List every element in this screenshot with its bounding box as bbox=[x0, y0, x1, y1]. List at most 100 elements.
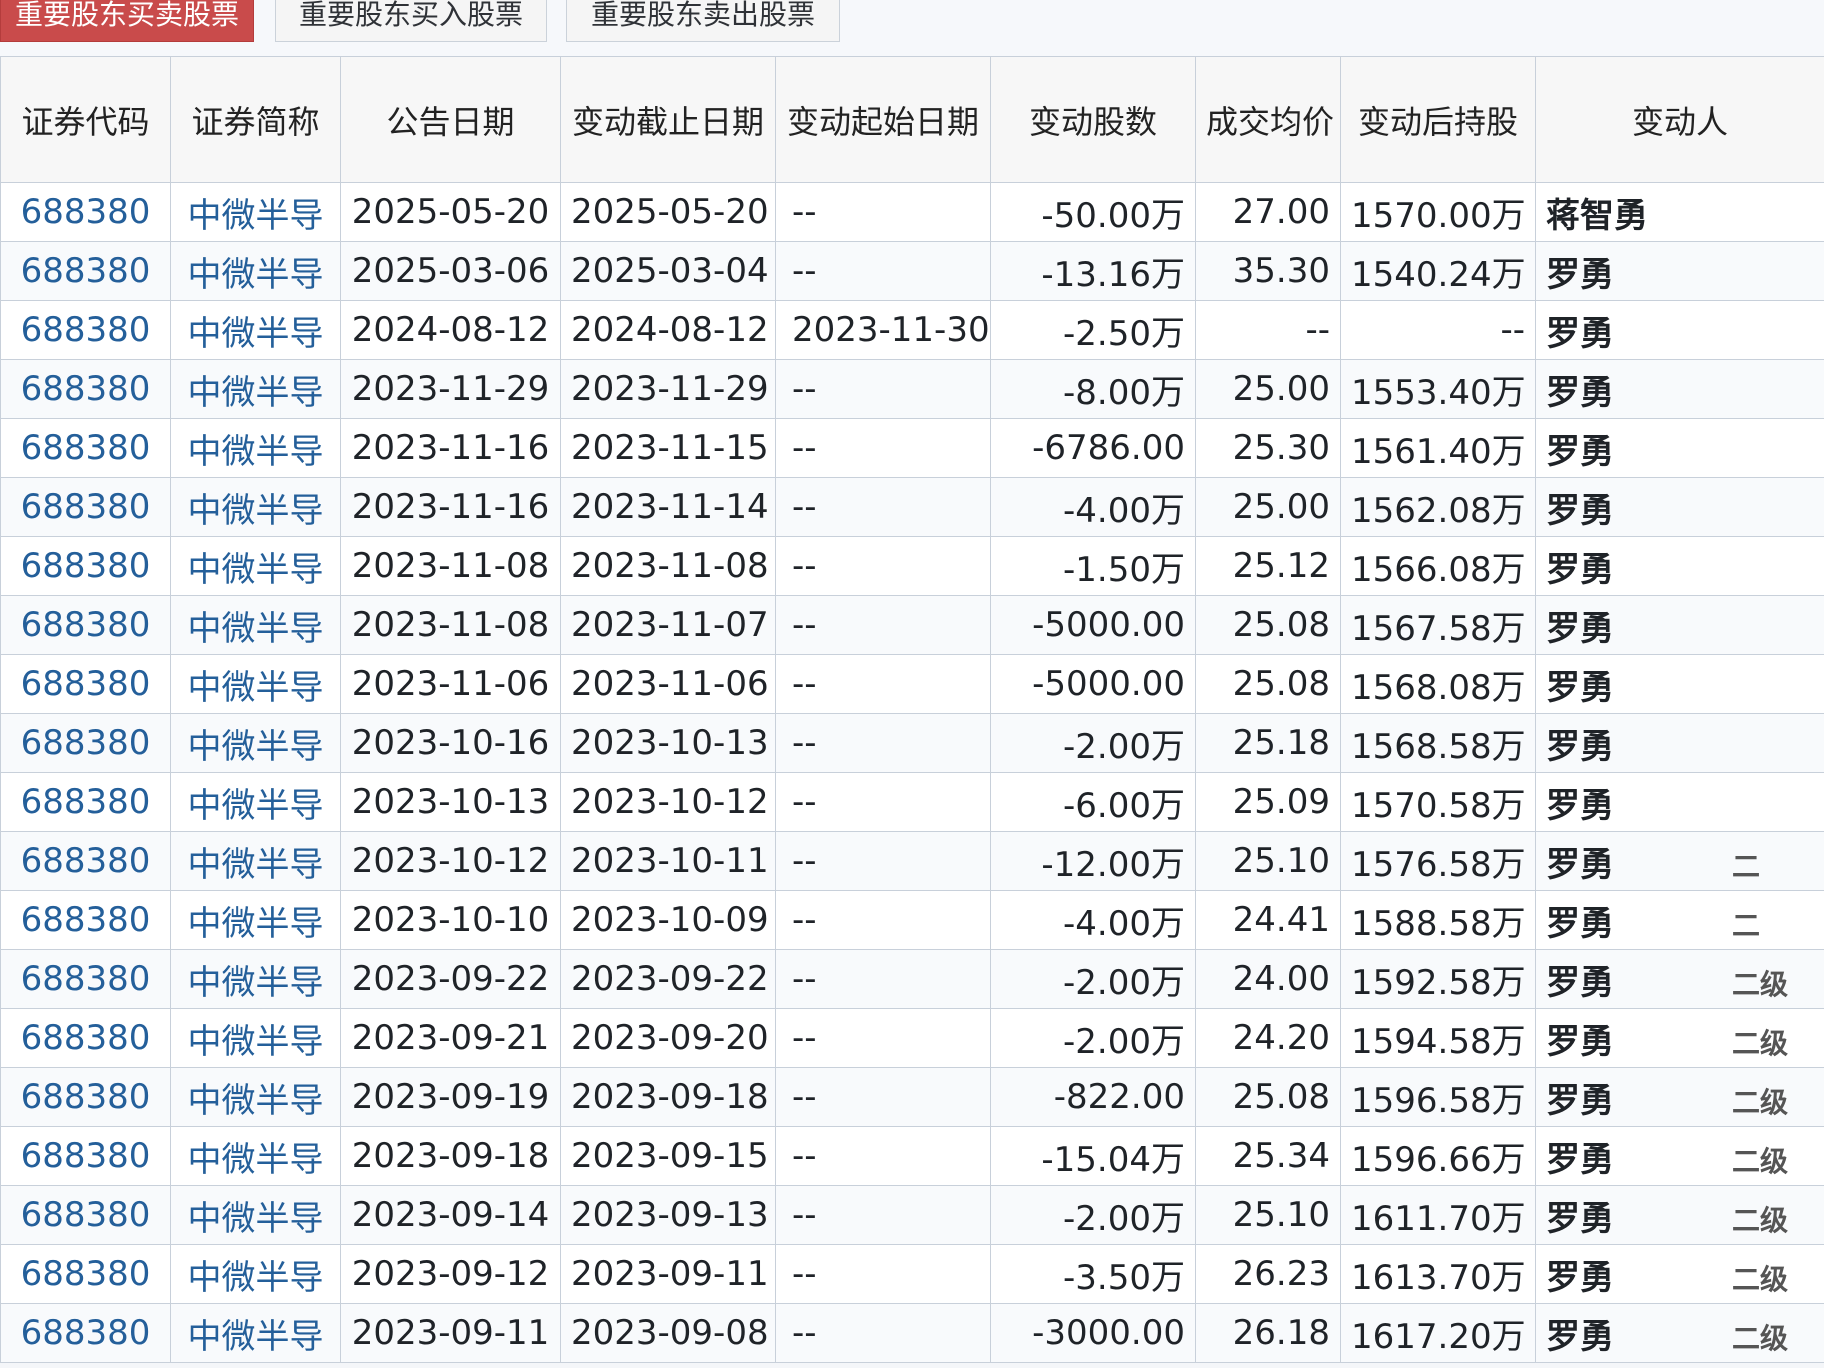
table-row[interactable]: 688380 中微半导 2024-08-12 2024-08-12 2023-11-30… bbox=[0, 300, 1824, 360]
table-header-row: 证券代码 证券简称 公告日期 变动截止日期 变动起始日期 变动股数 成交均价 变… bbox=[0, 56, 1824, 183]
table-row[interactable]: 688380 中微半导 2023-09-19 2023-09-18 -- -822.00 2… bbox=[0, 1067, 1824, 1127]
security-code-cell[interactable]: 688380 bbox=[0, 182, 171, 242]
change-shares-cell: -822.00 bbox=[990, 1067, 1196, 1127]
security-code-cell[interactable]: 688380 bbox=[0, 477, 171, 537]
security-code-cell[interactable]: 688380 bbox=[0, 1185, 171, 1245]
security-name-cell[interactable]: 中微半导 bbox=[170, 1185, 341, 1245]
table-row[interactable]: 688380 中微半导 2023-11-16 2023-11-14 -- -4.00万 25… bbox=[0, 477, 1824, 537]
holding-after-change-cell: 1570.58万 bbox=[1340, 772, 1536, 832]
changer-name: 罗勇 bbox=[1546, 254, 1614, 295]
security-code-cell[interactable]: 688380 bbox=[0, 595, 171, 655]
security-code-cell[interactable]: 688380 bbox=[0, 1303, 171, 1363]
security-code-cell[interactable]: 688380 bbox=[0, 890, 171, 950]
table-row[interactable]: 688380 中微半导 2023-09-14 2023-09-13 -- -2.00万 25… bbox=[0, 1185, 1824, 1245]
table-row[interactable]: 688380 中微半导 2023-09-18 2023-09-15 -- -15.04万 2… bbox=[0, 1126, 1824, 1186]
security-name-cell[interactable]: 中微半导 bbox=[170, 1126, 341, 1186]
table-row[interactable]: 688380 中微半导 2023-10-16 2023-10-13 -- -2.00万 25… bbox=[0, 713, 1824, 773]
table-row[interactable]: 688380 中微半导 2025-03-06 2025-03-04 -- -13.16万 3… bbox=[0, 241, 1824, 301]
changer-cell: 罗勇 二级 bbox=[1535, 949, 1824, 1009]
holding-after-change-cell: 1568.58万 bbox=[1340, 713, 1536, 773]
security-name-cell[interactable]: 中微半导 bbox=[170, 772, 341, 832]
truncated-next-column-text: 二 bbox=[1732, 849, 1761, 883]
security-code-cell[interactable]: 688380 bbox=[0, 1126, 171, 1186]
security-name-cell[interactable]: 中微半导 bbox=[170, 418, 341, 478]
table-row[interactable]: 688380 中微半导 2023-09-12 2023-09-11 -- -3.50万 26… bbox=[0, 1244, 1824, 1304]
table-row[interactable]: 688380 中微半导 2023-11-06 2023-11-06 -- -5000.00… bbox=[0, 654, 1824, 714]
changer-cell: 蒋智勇 bbox=[1535, 182, 1824, 242]
security-name-cell[interactable]: 中微半导 bbox=[170, 595, 341, 655]
column-header-end-date[interactable]: 变动截止日期 bbox=[560, 56, 776, 183]
security-name-cell[interactable]: 中微半导 bbox=[170, 182, 341, 242]
security-name-cell[interactable]: 中微半导 bbox=[170, 654, 341, 714]
notice-date-cell: 2023-10-13 bbox=[340, 772, 561, 832]
column-header-start-date[interactable]: 变动起始日期 bbox=[775, 56, 991, 183]
changer-cell: 罗勇 bbox=[1535, 477, 1824, 537]
column-header-code[interactable]: 证券代码 bbox=[0, 56, 171, 183]
security-code-cell[interactable]: 688380 bbox=[0, 300, 171, 360]
changer-cell: 罗勇 二 bbox=[1535, 831, 1824, 891]
average-price-cell: 25.30 bbox=[1195, 418, 1341, 478]
table-row[interactable]: 688380 中微半导 2023-09-21 2023-09-20 -- -2.00万 24… bbox=[0, 1008, 1824, 1068]
security-code-cell[interactable]: 688380 bbox=[0, 1067, 171, 1127]
security-code-cell[interactable]: 688380 bbox=[0, 241, 171, 301]
change-end-date-cell: 2023-11-08 bbox=[560, 536, 776, 596]
changer-name: 罗勇 bbox=[1546, 962, 1614, 1003]
security-code-cell[interactable]: 688380 bbox=[0, 418, 171, 478]
table-row[interactable]: 688380 中微半导 2023-09-11 2023-09-08 -- -3000.00… bbox=[0, 1303, 1824, 1363]
changer-name: 罗勇 bbox=[1546, 667, 1614, 708]
column-header-name[interactable]: 证券简称 bbox=[170, 56, 341, 183]
table-row[interactable]: 688380 中微半导 2023-11-16 2023-11-15 -- -6786.00… bbox=[0, 418, 1824, 478]
table-row[interactable]: 688380 中微半导 2023-11-08 2023-11-08 -- -1.50万 25… bbox=[0, 536, 1824, 596]
security-name-cell[interactable]: 中微半导 bbox=[170, 1244, 341, 1304]
column-header-shares[interactable]: 变动股数 bbox=[990, 56, 1196, 183]
column-header-after-holding[interactable]: 变动后持股 bbox=[1340, 56, 1536, 183]
security-code-cell[interactable]: 688380 bbox=[0, 1008, 171, 1068]
table-row[interactable]: 688380 中微半导 2023-10-12 2023-10-11 -- -12.00万 2… bbox=[0, 831, 1824, 891]
table-row[interactable]: 688380 中微半导 2023-09-22 2023-09-22 -- -2.00万 24… bbox=[0, 949, 1824, 1009]
notice-date-cell: 2023-11-08 bbox=[340, 595, 561, 655]
security-code-cell[interactable]: 688380 bbox=[0, 654, 171, 714]
security-name-cell[interactable]: 中微半导 bbox=[170, 1067, 341, 1127]
table-row[interactable]: 688380 中微半导 2025-05-20 2025-05-20 -- -50.00万 2… bbox=[0, 182, 1824, 242]
security-name-cell[interactable]: 中微半导 bbox=[170, 359, 341, 419]
table-row[interactable]: 688380 中微半导 2023-10-10 2023-10-09 -- -4.00万 24… bbox=[0, 890, 1824, 950]
shareholder-trade-table: 证券代码 证券简称 公告日期 变动截止日期 变动起始日期 变动股数 成交均价 变… bbox=[0, 56, 1824, 1363]
security-code-cell[interactable]: 688380 bbox=[0, 949, 171, 1009]
security-name-cell[interactable]: 中微半导 bbox=[170, 949, 341, 1009]
security-name-cell[interactable]: 中微半导 bbox=[170, 831, 341, 891]
change-start-date-cell: -- bbox=[775, 1126, 991, 1186]
security-code-cell[interactable]: 688380 bbox=[0, 359, 171, 419]
change-shares-cell: -1.50万 bbox=[990, 536, 1196, 596]
security-code-cell[interactable]: 688380 bbox=[0, 536, 171, 596]
changer-cell: 罗勇 二级 bbox=[1535, 1067, 1824, 1127]
security-name-cell[interactable]: 中微半导 bbox=[170, 536, 341, 596]
security-name-cell[interactable]: 中微半导 bbox=[170, 713, 341, 773]
security-name-cell[interactable]: 中微半导 bbox=[170, 1008, 341, 1068]
column-header-holder[interactable]: 变动人 bbox=[1535, 56, 1824, 183]
tab-important-shareholder-sells[interactable]: 重要股东卖出股票 bbox=[566, 0, 840, 42]
holding-after-change-cell: 1617.20万 bbox=[1340, 1303, 1536, 1363]
tab-important-shareholder-trades[interactable]: 重要股东买卖股票 bbox=[0, 0, 254, 42]
security-code-cell[interactable]: 688380 bbox=[0, 772, 171, 832]
change-end-date-cell: 2023-09-11 bbox=[560, 1244, 776, 1304]
security-name-cell[interactable]: 中微半导 bbox=[170, 890, 341, 950]
table-row[interactable]: 688380 中微半导 2023-11-29 2023-11-29 -- -8.00万 25… bbox=[0, 359, 1824, 419]
change-start-date-cell: -- bbox=[775, 949, 991, 1009]
notice-date-cell: 2023-09-21 bbox=[340, 1008, 561, 1068]
security-code-cell[interactable]: 688380 bbox=[0, 713, 171, 773]
changer-cell: 罗勇 bbox=[1535, 241, 1824, 301]
security-name-cell[interactable]: 中微半导 bbox=[170, 300, 341, 360]
security-name-cell[interactable]: 中微半导 bbox=[170, 1303, 341, 1363]
changer-cell: 罗勇 bbox=[1535, 536, 1824, 596]
column-header-price[interactable]: 成交均价 bbox=[1195, 56, 1341, 183]
security-name-cell[interactable]: 中微半导 bbox=[170, 477, 341, 537]
change-end-date-cell: 2023-11-15 bbox=[560, 418, 776, 478]
table-row[interactable]: 688380 中微半导 2023-11-08 2023-11-07 -- -5000.00… bbox=[0, 595, 1824, 655]
security-code-cell[interactable]: 688380 bbox=[0, 1244, 171, 1304]
column-header-notice-date[interactable]: 公告日期 bbox=[340, 56, 561, 183]
security-code-cell[interactable]: 688380 bbox=[0, 831, 171, 891]
changer-cell: 罗勇 bbox=[1535, 418, 1824, 478]
tab-important-shareholder-buys[interactable]: 重要股东买入股票 bbox=[275, 0, 547, 42]
table-row[interactable]: 688380 中微半导 2023-10-13 2023-10-12 -- -6.00万 25… bbox=[0, 772, 1824, 832]
security-name-cell[interactable]: 中微半导 bbox=[170, 241, 341, 301]
